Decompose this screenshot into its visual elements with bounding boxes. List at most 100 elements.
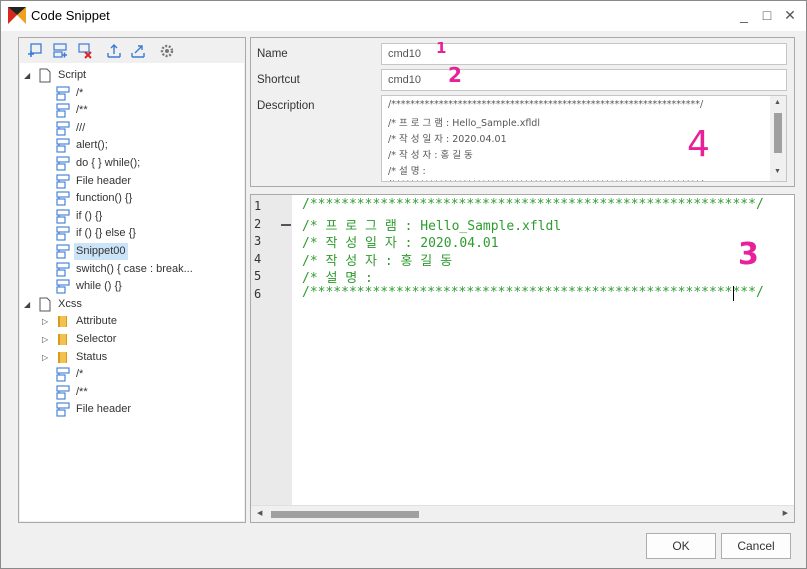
tree-item[interactable]: if () {} else {}	[20, 225, 240, 242]
maximize-button[interactable]: □	[757, 5, 777, 25]
code-editor[interactable]: 1 2 3 4 5 6 /********************************…	[250, 194, 795, 523]
snippet-icon	[56, 402, 70, 417]
code-line: /* 작 성 자 : 홍 길 동	[302, 253, 453, 269]
tree-item-label: /*	[76, 368, 84, 381]
code-line: /***************************************…	[302, 197, 764, 212]
shortcut-label: Shortcut	[257, 74, 300, 86]
close-button[interactable]: ✕	[780, 5, 800, 25]
tree-item[interactable]: /*	[20, 85, 240, 102]
snippet-icon	[56, 121, 70, 136]
code-snippet-window: Code Snippet _ □ ✕ ◢ Script /* /** /// a…	[0, 0, 807, 569]
tree-item[interactable]: /*	[20, 366, 240, 383]
expand-arrow-icon[interactable]: ◢	[24, 296, 34, 313]
annotation-1: 1	[436, 39, 447, 57]
add-child-icon[interactable]	[27, 43, 43, 59]
tree-item[interactable]: File header	[20, 401, 240, 418]
tree-item[interactable]: /**	[20, 384, 240, 401]
tree-item[interactable]: while () {}	[20, 278, 240, 295]
tree-item[interactable]: /**	[20, 102, 240, 119]
annotation-2: 2	[448, 63, 462, 87]
tree-item-label: switch() { case : break...	[76, 262, 193, 275]
tree-item-label: Snippet00	[74, 243, 128, 260]
snippet-icon	[56, 156, 70, 171]
snippet-icon	[56, 226, 70, 241]
tree-item[interactable]: ///	[20, 120, 240, 137]
tree-folder[interactable]: ▷ Attribute	[20, 313, 240, 330]
fold-marker[interactable]	[281, 224, 291, 226]
document-icon	[39, 297, 51, 312]
code-line: /* 프 로 그 램 : Hello_Sample.xfldl	[302, 218, 562, 234]
description-line: /* 작 성 자 : 홍 길 동	[388, 150, 473, 161]
tree-item-label: function() {}	[76, 192, 133, 205]
ok-button[interactable]: OK	[646, 533, 716, 559]
app-logo-icon	[8, 7, 26, 24]
expand-arrow-icon[interactable]: ▷	[42, 349, 52, 366]
tree-folder[interactable]: ▷ Status	[20, 349, 240, 366]
editor-scroll-thumb[interactable]	[271, 511, 419, 518]
snippet-icon	[56, 103, 70, 118]
description-line: /* 작 성 일 자 : 2020.04.01	[388, 134, 507, 145]
tree-item-label: do { } while();	[76, 157, 141, 169]
line-number: 1	[254, 199, 262, 213]
export-icon[interactable]	[130, 43, 146, 59]
tree-item-label: if () {} else {}	[76, 227, 136, 240]
annotation-4: 4	[687, 124, 710, 165]
tree-item-label: File header	[76, 174, 132, 187]
snippet-icon	[56, 191, 70, 206]
scroll-right-icon[interactable]: ▶	[783, 509, 788, 517]
add-sibling-icon[interactable]	[52, 43, 68, 59]
tree-item-label: alert();	[76, 139, 108, 152]
code-line: /* 작 성 일 자 : 2020.04.01	[302, 236, 499, 252]
import-icon[interactable]	[106, 43, 122, 59]
tree-folder[interactable]: ▷ Selector	[20, 331, 240, 348]
expand-arrow-icon[interactable]: ◢	[24, 67, 34, 84]
tree-group-script[interactable]: ◢ Script	[20, 67, 240, 84]
cancel-button[interactable]: Cancel	[721, 533, 791, 559]
settings-icon[interactable]	[159, 43, 175, 59]
description-label: Description	[257, 100, 315, 112]
scroll-left-icon[interactable]: ◀	[257, 509, 262, 517]
tree-item-label: /*	[76, 86, 84, 99]
tree-item-label: Attribute	[76, 315, 117, 328]
snippet-icon	[56, 385, 70, 400]
snippet-icon	[56, 174, 70, 189]
editor-horizontal-scrollbar[interactable]: ◀ ▶	[251, 505, 794, 522]
expand-arrow-icon[interactable]: ▷	[42, 331, 52, 348]
tree-item-label: /**	[76, 385, 88, 398]
snippet-icon	[56, 138, 70, 153]
description-textarea[interactable]: /***************************************…	[381, 95, 787, 182]
minimize-button[interactable]: _	[734, 5, 754, 25]
scroll-up-icon[interactable]: ▲	[774, 99, 781, 106]
text-caret	[733, 286, 734, 301]
annotation-3: 3	[738, 237, 759, 272]
line-number-gutter: 1 2 3 4 5 6	[251, 195, 292, 505]
folder-icon	[58, 334, 67, 345]
description-line: /* 설 명 :	[388, 166, 426, 177]
tree-item[interactable]: switch() { case : break...	[20, 261, 240, 278]
tree-item[interactable]: Snippet00	[20, 243, 240, 260]
snippet-icon	[56, 262, 70, 277]
scroll-down-icon[interactable]: ▼	[774, 168, 781, 175]
title-bar[interactable]: Code Snippet _ □ ✕	[1, 1, 806, 31]
snippet-properties-panel: Name Shortcut Description /*************…	[250, 37, 795, 187]
tree-item[interactable]: if () {}	[20, 208, 240, 225]
name-label: Name	[257, 48, 288, 60]
tree-item-label: Selector	[76, 333, 117, 345]
description-scroll-thumb[interactable]	[774, 113, 782, 153]
shortcut-input[interactable]	[381, 69, 787, 91]
expand-arrow-icon[interactable]: ▷	[42, 313, 52, 330]
tree-group-xcss[interactable]: ◢ Xcss	[20, 296, 240, 313]
tree-item-label: /**	[76, 104, 88, 117]
tree-item-label: Script	[58, 69, 87, 81]
line-number: 5	[254, 269, 262, 284]
tree-item[interactable]: File header	[20, 173, 240, 190]
snippet-icon	[56, 244, 70, 259]
snippet-icon	[56, 209, 70, 224]
tree-item[interactable]: function() {}	[20, 190, 240, 207]
tree-item-label: ///	[76, 121, 86, 134]
delete-icon[interactable]	[77, 43, 93, 59]
line-number: 6	[254, 287, 262, 301]
tree-item[interactable]: alert();	[20, 137, 240, 154]
description-scrollbar[interactable]: ▲ ▼	[770, 96, 786, 181]
tree-item[interactable]: do { } while();	[20, 155, 240, 172]
